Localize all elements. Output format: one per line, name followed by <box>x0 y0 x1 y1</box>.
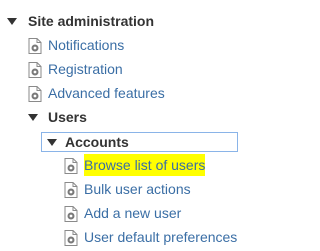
tree-item-label[interactable]: User default preferences <box>84 226 237 248</box>
triangle-down-icon[interactable] <box>47 139 57 146</box>
tree-item-label[interactable]: Bulk user actions <box>84 178 191 200</box>
settings-page-icon <box>28 38 42 54</box>
settings-page-icon <box>28 62 42 78</box>
admin-navigation-tree: Site administration Notifications Regist… <box>0 0 262 251</box>
settings-page-icon <box>64 158 78 174</box>
settings-page-icon <box>28 86 42 102</box>
tree-node-label: Users <box>48 109 87 125</box>
settings-page-icon <box>64 230 78 246</box>
triangle-down-icon[interactable] <box>28 114 38 121</box>
triangle-down-icon[interactable] <box>7 18 17 25</box>
settings-page-icon <box>64 206 78 222</box>
tree-item-label[interactable]: Add a new user <box>84 202 181 224</box>
settings-page-icon <box>64 182 78 198</box>
tree-item-label[interactable]: Advanced features <box>48 82 165 104</box>
tree-item-label[interactable]: Registration <box>48 58 123 80</box>
tree-node-label: Accounts <box>65 134 129 150</box>
tree-item-label[interactable]: Browse list of users <box>84 154 206 176</box>
tree-item-label[interactable]: Notifications <box>48 34 124 56</box>
tree-node-label: Site administration <box>28 13 155 29</box>
